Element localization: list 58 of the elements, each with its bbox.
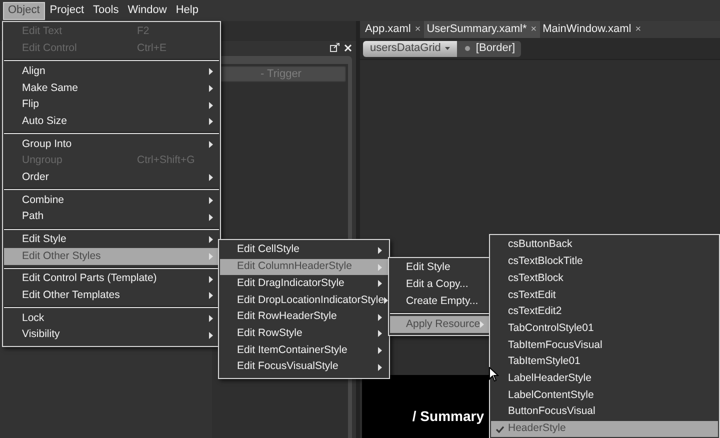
tab-label: App.xaml bbox=[365, 22, 411, 38]
menu-item[interactable]: Edit ColumnHeaderStyle bbox=[220, 258, 388, 276]
menu-item[interactable]: Edit DropLocationIndicatorStyle bbox=[220, 292, 388, 309]
menu-item[interactable]: Edit RowStyle bbox=[220, 325, 388, 342]
menu-item[interactable]: Lock bbox=[4, 310, 219, 327]
menu-bar-item[interactable]: Project bbox=[46, 2, 88, 20]
tab-close-button[interactable]: × bbox=[530, 22, 537, 37]
float-panel-icon[interactable] bbox=[330, 43, 340, 52]
menu-item[interactable]: Edit Control Parts (Template) bbox=[4, 270, 219, 288]
menu-item[interactable]: Order bbox=[4, 170, 219, 186]
menu-item[interactable]: Edit RowHeaderStyle bbox=[220, 308, 388, 326]
menu-item[interactable]: Edit ItemContainerStyle bbox=[220, 342, 388, 359]
menu-item[interactable]: TabControlStyle01 bbox=[491, 320, 718, 338]
menu-item[interactable]: Edit FocusVisualStyle bbox=[220, 358, 388, 376]
menu-item[interactable]: Visibility bbox=[4, 327, 219, 344]
menu-item[interactable]: Edit Style bbox=[390, 260, 489, 277]
menu-bar-item[interactable]: Window bbox=[124, 2, 171, 20]
summary-heading: / Summary bbox=[412, 407, 484, 426]
tab-close-button[interactable]: × bbox=[635, 22, 642, 37]
child-breadcrumb[interactable]: [Border] bbox=[456, 40, 522, 56]
menu-item[interactable]: TabItemFocusVisual bbox=[491, 337, 718, 354]
menu-item[interactable]: LabelContentStyle bbox=[491, 387, 718, 404]
menu-item[interactable]: csTextBlockTitle bbox=[491, 254, 718, 270]
menu-item[interactable]: Edit Style bbox=[4, 232, 219, 248]
menu-item[interactable]: Edit Other Styles bbox=[4, 248, 219, 265]
close-icon[interactable] bbox=[344, 44, 352, 52]
menu-bar-item[interactable]: Tools bbox=[89, 2, 123, 20]
menu-item[interactable]: TabItemStyle01 bbox=[491, 354, 718, 370]
element-breadcrumb[interactable]: usersDataGrid bbox=[363, 40, 457, 56]
menu-item[interactable]: Edit a Copy... bbox=[390, 276, 489, 294]
menu-item[interactable]: Edit DragIndicatorStyle bbox=[220, 275, 388, 292]
tab-label: MainWindow.xaml bbox=[542, 22, 632, 38]
menu-item[interactable]: Combine bbox=[4, 192, 219, 209]
menu-item[interactable]: Path bbox=[4, 208, 219, 226]
menu-item[interactable]: Align bbox=[4, 63, 219, 80]
menu-item[interactable]: Make Same bbox=[4, 80, 219, 97]
document-tab[interactable]: App.xaml × bbox=[362, 21, 424, 38]
caret-icon bbox=[444, 47, 450, 50]
menu-bar-item[interactable]: Help bbox=[172, 2, 202, 20]
menu-item[interactable]: csTextEdit bbox=[491, 287, 718, 304]
menu-item[interactable]: Group Into bbox=[4, 136, 219, 153]
menu-bar-item[interactable]: Object bbox=[3, 2, 45, 20]
menu-item[interactable]: Auto Size bbox=[4, 113, 219, 130]
menu-item[interactable]: Flip bbox=[4, 96, 219, 114]
menu-item[interactable]: Create Empty... bbox=[390, 293, 489, 310]
menu-item[interactable]: csTextBlock bbox=[491, 270, 718, 288]
menu-item[interactable]: csTextEdit2 bbox=[491, 304, 718, 320]
menu-item[interactable]: HeaderStyle bbox=[491, 420, 718, 438]
document-tab[interactable]: UserSummary.xaml* × bbox=[424, 21, 540, 38]
menu-item[interactable]: csButtonBack bbox=[491, 237, 718, 254]
menu-item[interactable]: Edit Other Templates bbox=[4, 288, 219, 304]
tab-close-button[interactable]: × bbox=[414, 22, 421, 37]
tab-label: UserSummary.xaml* bbox=[426, 22, 527, 38]
dot-icon bbox=[464, 46, 470, 51]
menu-item[interactable]: ButtonFocusVisual bbox=[491, 404, 718, 421]
menu-item[interactable]: Edit CellStyle bbox=[220, 242, 388, 259]
menu-item[interactable]: Apply Resource bbox=[390, 316, 489, 333]
document-tab[interactable]: MainWindow.xaml × bbox=[540, 21, 644, 38]
